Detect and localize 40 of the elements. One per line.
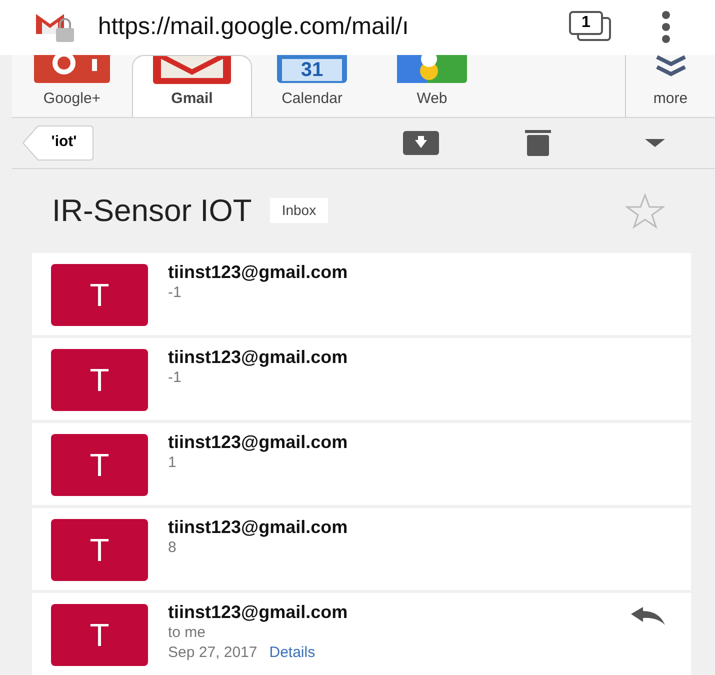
message-card[interactable]: T tiinst123@gmail.com 1 xyxy=(32,422,691,505)
sender-avatar: T xyxy=(51,434,148,496)
dropdown-caret-icon[interactable] xyxy=(645,138,665,147)
message-card[interactable]: T tiinst123@gmail.com -1 xyxy=(32,338,691,420)
message-snippet: -1 xyxy=(168,370,182,385)
message-snippet: 1 xyxy=(168,454,178,470)
star-icon[interactable] xyxy=(625,192,665,229)
url-text[interactable]: https://mail.google.com/mail/ı xyxy=(98,9,551,46)
message-date: Sep 27, 2017 xyxy=(168,644,258,660)
sender-avatar: T xyxy=(51,604,148,666)
sender-avatar: T xyxy=(51,264,148,326)
message-snippet: -1 xyxy=(168,284,182,300)
sender-avatar: T xyxy=(51,348,148,411)
chevrons-down-icon xyxy=(654,54,688,77)
back-button[interactable]: 'iot' xyxy=(22,124,94,161)
app-tab[interactable]: more xyxy=(625,54,715,117)
inbox-label[interactable]: Inbox xyxy=(270,198,328,224)
thread-subject: IR-Sensor IOT xyxy=(52,192,252,230)
recipient-text: to me xyxy=(168,624,207,640)
sender-avatar: T xyxy=(51,518,148,581)
details-link[interactable]: Details xyxy=(269,644,316,660)
sender-email: tiinst123@gmail.com xyxy=(168,348,348,366)
trash-icon[interactable] xyxy=(525,130,551,156)
message-card[interactable]: T tiinst123@gmail.com -1 xyxy=(32,252,691,335)
envelope-icon xyxy=(153,56,231,84)
sender-email: tiinst123@gmail.com xyxy=(168,602,348,621)
sender-email: tiinst123@gmail.com xyxy=(168,262,348,281)
message-card[interactable]: T tiinst123@gmail.com to me Sep 27, 2017 Details xyxy=(32,592,691,675)
app-tab[interactable]: Gmail xyxy=(132,54,252,117)
sender-email: tiinst123@gmail.com xyxy=(168,432,348,451)
reply-icon[interactable] xyxy=(631,606,665,625)
more-menu-icon[interactable] xyxy=(661,11,671,44)
calendar-icon: 31 xyxy=(277,54,347,83)
message-snippet: 8 xyxy=(168,540,178,555)
archive-icon[interactable] xyxy=(403,130,439,155)
sender-email: tiinst123@gmail.com xyxy=(168,518,348,536)
app-tab[interactable]: 31 Calendar xyxy=(252,54,372,117)
message-card[interactable]: T tiinst123@gmail.com 8 xyxy=(32,508,691,590)
app-tab[interactable]: Google+ xyxy=(12,54,132,117)
app-tab[interactable]: Web xyxy=(372,54,492,117)
